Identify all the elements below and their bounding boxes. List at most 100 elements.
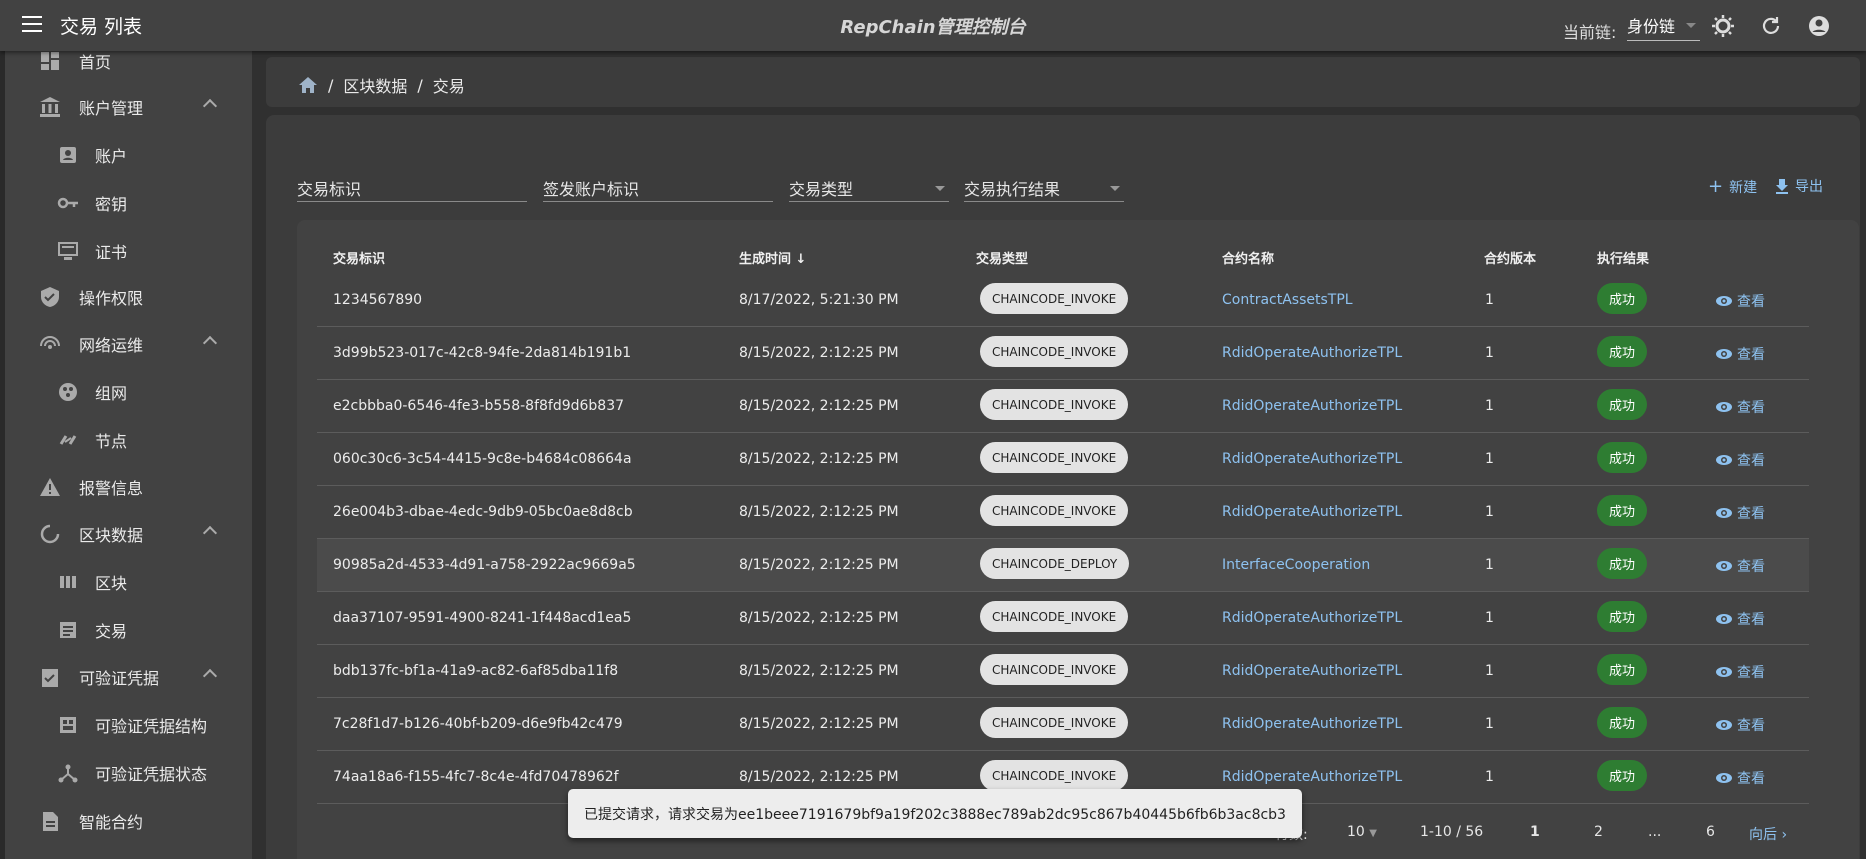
contract-link[interactable]: RdidOperateAuthorizeTPL	[1222, 610, 1402, 626]
chain-label: 当前链:	[1563, 23, 1617, 42]
contract-link[interactable]: RdidOperateAuthorizeTPL	[1222, 716, 1402, 732]
sidebar-item-blocks[interactable]: 区块	[5, 562, 252, 602]
sidebar-item-label: 密钥	[95, 195, 128, 214]
new-button[interactable]: + 新建	[1708, 176, 1757, 197]
cell-tx-id: 74aa18a6-f155-4fc7-8c4e-4fd70478962f	[333, 769, 619, 785]
contract-link[interactable]: RdidOperateAuthorizeTPL	[1222, 769, 1402, 785]
table-row[interactable]: 3d99b523-017c-42c8-94fe-2da814b191b1 8/15…	[317, 327, 1809, 380]
sidebar-item-certificate[interactable]: 证书	[5, 231, 252, 271]
view-button[interactable]: 查看	[1715, 715, 1765, 735]
eye-icon	[1716, 296, 1732, 306]
table-row[interactable]: 26e004b3-dbae-4edc-9db9-05bc0ae8d8cb 8/15…	[317, 486, 1809, 539]
eye-icon	[1716, 773, 1732, 783]
tx-id-filter[interactable]: 交易标识	[297, 176, 527, 202]
chain-select-value: 身份链	[1627, 17, 1676, 36]
table-row[interactable]: bdb137fc-bf1a-41a9-ac82-6af85dba11f8 8/15…	[317, 645, 1809, 698]
contract-link[interactable]: RdidOperateAuthorizeTPL	[1222, 398, 1402, 414]
column-header-contract[interactable]: 合约名称	[1222, 248, 1274, 267]
column-header-result[interactable]: 执行结果	[1597, 248, 1649, 267]
sidebar-item-label: 区块	[95, 574, 128, 593]
sidebar-item-node[interactable]: 节点	[5, 420, 252, 460]
status-badge: 成功	[1597, 389, 1647, 420]
signer-id-filter[interactable]: 签发账户标识	[543, 176, 773, 202]
breadcrumb-item-current: 交易	[432, 77, 465, 96]
sidebar-item-credential-schema[interactable]: 可验证凭据结构	[5, 705, 252, 745]
next-page-button[interactable]: 向后 ›	[1749, 824, 1787, 844]
breadcrumb-item[interactable]: 区块数据	[343, 73, 407, 97]
sidebar-item-label: 网络运维	[79, 336, 144, 355]
view-button[interactable]: 查看	[1715, 450, 1765, 470]
view-label: 查看	[1737, 771, 1765, 787]
sidebar-item-alerts[interactable]: 报警信息	[5, 467, 252, 507]
contract-link[interactable]: InterfaceCooperation	[1222, 557, 1370, 573]
sidebar-item-account-management[interactable]: 账户管理	[5, 87, 252, 127]
sidebar-item-transactions[interactable]: 交易	[5, 610, 252, 650]
table-row[interactable]: daa37107-9591-4900-8241-1f448acd1ea5 8/15…	[317, 592, 1809, 645]
cell-version: 1	[1485, 504, 1494, 520]
view-button[interactable]: 查看	[1715, 662, 1765, 682]
brightness-icon[interactable]	[1711, 14, 1735, 38]
view-button[interactable]: 查看	[1715, 768, 1765, 788]
contract-link[interactable]: RdidOperateAuthorizeTPL	[1222, 663, 1402, 679]
view-label: 查看	[1737, 559, 1765, 575]
column-header-version[interactable]: 合约版本	[1484, 248, 1536, 267]
chain-select[interactable]: 身份链	[1627, 13, 1700, 41]
view-label: 查看	[1737, 294, 1765, 310]
wifi-icon	[39, 333, 61, 355]
app-bar: 交易 列表 RepChain管理控制台 当前链: 身份链	[0, 0, 1866, 51]
view-button[interactable]: 查看	[1715, 556, 1765, 576]
cell-version: 1	[1485, 345, 1494, 361]
sidebar-item-networking[interactable]: 组网	[5, 372, 252, 412]
account-circle-icon[interactable]	[1807, 14, 1831, 38]
rows-per-page-select[interactable]: 10 ▼	[1347, 824, 1377, 840]
tx-type-select[interactable]: 交易类型	[789, 176, 949, 202]
sidebar-item-account[interactable]: 账户	[5, 135, 252, 175]
eye-icon	[1716, 614, 1732, 624]
sidebar-item-verifiable-credentials[interactable]: 可验证凭据	[5, 657, 252, 697]
sidebar-item-smart-contracts[interactable]: 智能合约	[5, 801, 252, 841]
tx-result-select[interactable]: 交易执行结果	[964, 176, 1124, 202]
column-header-tx-type[interactable]: 交易类型	[976, 248, 1028, 267]
tree-icon	[57, 762, 79, 784]
plus-icon: +	[1708, 176, 1724, 197]
view-button[interactable]: 查看	[1715, 609, 1765, 629]
table-row[interactable]: 1234567890 8/17/2022, 5:21:30 PM CHAINCODE…	[317, 274, 1809, 327]
page-button-2[interactable]: 2	[1594, 824, 1603, 840]
breadcrumb-separator: /	[328, 75, 334, 95]
view-button[interactable]: 查看	[1715, 397, 1765, 417]
contract-link[interactable]: RdidOperateAuthorizeTPL	[1222, 345, 1402, 361]
export-button[interactable]: 导出	[1775, 176, 1823, 196]
cell-version: 1	[1485, 716, 1494, 732]
page-button-1[interactable]: 1	[1530, 824, 1540, 840]
sidebar-item-label: 报警信息	[79, 479, 144, 498]
table-row[interactable]: 90985a2d-4533-4d91-a758-2922ac9669a5 8/15…	[317, 539, 1809, 592]
table-row[interactable]: 060c30c6-3c54-4415-9c8e-b4684c08664a 8/15…	[317, 433, 1809, 486]
key-icon	[57, 192, 79, 214]
home-icon[interactable]	[298, 76, 318, 94]
table-row[interactable]: e2cbbba0-6546-4fe3-b558-8f8fd9d6b837 8/15…	[317, 380, 1809, 433]
chevron-down-icon	[1686, 23, 1696, 28]
view-button[interactable]: 查看	[1715, 291, 1765, 311]
page-button-6[interactable]: 6	[1706, 824, 1715, 840]
view-label: 查看	[1737, 665, 1765, 681]
new-button-label: 新建	[1729, 179, 1758, 196]
column-header-tx-id[interactable]: 交易标识	[333, 248, 385, 267]
sidebar-item-key[interactable]: 密钥	[5, 183, 252, 223]
sidebar-item-credential-status[interactable]: 可验证凭据状态	[5, 753, 252, 793]
contract-link[interactable]: RdidOperateAuthorizeTPL	[1222, 451, 1402, 467]
sidebar-item-label: 区块数据	[79, 526, 144, 545]
sidebar-item-network-ops[interactable]: 网络运维	[5, 324, 252, 364]
view-button[interactable]: 查看	[1715, 344, 1765, 364]
column-header-time[interactable]: 生成时间 ↓	[739, 248, 806, 267]
refresh-icon[interactable]	[1759, 14, 1783, 38]
eye-icon	[1716, 667, 1732, 677]
status-badge: 成功	[1597, 548, 1647, 579]
eye-icon	[1716, 402, 1732, 412]
contract-link[interactable]: ContractAssetsTPL	[1222, 292, 1353, 308]
sidebar-item-permissions[interactable]: 操作权限	[5, 277, 252, 317]
contract-link[interactable]: RdidOperateAuthorizeTPL	[1222, 504, 1402, 520]
view-button[interactable]: 查看	[1715, 503, 1765, 523]
table-row[interactable]: 7c28f1d7-b126-40bf-b209-d6e9fb42c479 8/15…	[317, 698, 1809, 751]
cell-tx-id: 90985a2d-4533-4d91-a758-2922ac9669a5	[333, 557, 636, 573]
sidebar-item-block-data[interactable]: 区块数据	[5, 514, 252, 554]
